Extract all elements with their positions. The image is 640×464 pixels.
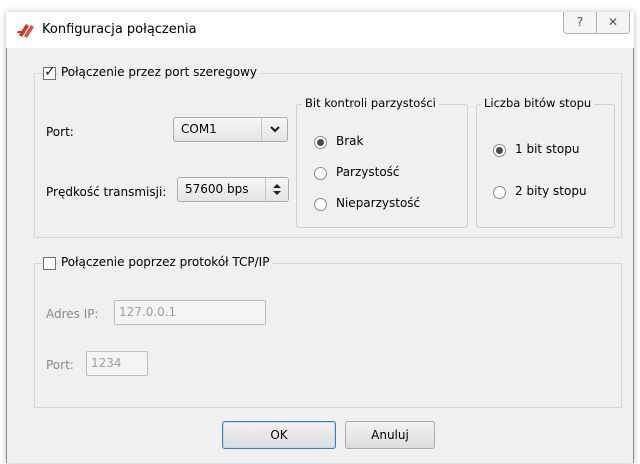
stop-bits-group-title: Liczba bitów stopu	[481, 96, 595, 110]
port-value: COM1	[181, 122, 217, 136]
ip-address-input[interactable]: 127.0.0.1	[114, 300, 266, 325]
parity-option-even[interactable]: Parzystość	[336, 165, 400, 179]
tcp-port-label: Port:	[46, 358, 74, 372]
tcp-enable-label[interactable]: Połączenie poprzez protokół TCP/IP	[58, 255, 273, 269]
cancel-button[interactable]: Anuluj	[345, 421, 435, 449]
port-combobox[interactable]: COM1	[173, 117, 288, 142]
parity-option-none[interactable]: Brak	[336, 134, 363, 148]
stop-bits-radio-two[interactable]	[493, 186, 506, 199]
close-button[interactable]: ✕	[596, 12, 630, 34]
parity-group-title: Bit kontroli parzystości	[302, 96, 439, 110]
app-logo-icon	[17, 24, 34, 38]
speed-spinner[interactable]: 57600 bps	[177, 177, 289, 202]
ok-button[interactable]: OK	[222, 421, 336, 449]
parity-radio-odd[interactable]	[314, 198, 327, 211]
stop-bits-radio-one[interactable]	[493, 144, 506, 157]
parity-radio-even[interactable]	[314, 167, 327, 180]
ip-address-label: Adres IP:	[46, 307, 99, 321]
serial-enable-checkbox[interactable]	[43, 64, 56, 80]
speed-label: Prędkość transmisji:	[46, 185, 167, 199]
stop-bits-option-one[interactable]: 1 bit stopu	[515, 142, 579, 156]
up-down-arrows-icon[interactable]	[265, 178, 288, 201]
chevron-down-icon[interactable]	[261, 118, 287, 141]
speed-value: 57600 bps	[185, 182, 249, 196]
window-title: Konfiguracja połączenia	[42, 22, 197, 37]
parity-radio-none[interactable]	[314, 136, 327, 149]
port-label: Port:	[46, 125, 74, 139]
parity-option-odd[interactable]: Nieparzystość	[336, 196, 420, 210]
tcp-port-input[interactable]: 1234	[86, 351, 148, 376]
help-button[interactable]: ?	[563, 12, 597, 34]
serial-enable-label[interactable]: Połączenie przez port szeregowy	[58, 65, 260, 79]
stop-bits-option-two[interactable]: 2 bity stopu	[515, 184, 587, 198]
tcp-panel	[34, 263, 622, 408]
stop-bits-group	[476, 104, 615, 228]
tcp-enable-checkbox[interactable]	[43, 257, 56, 270]
